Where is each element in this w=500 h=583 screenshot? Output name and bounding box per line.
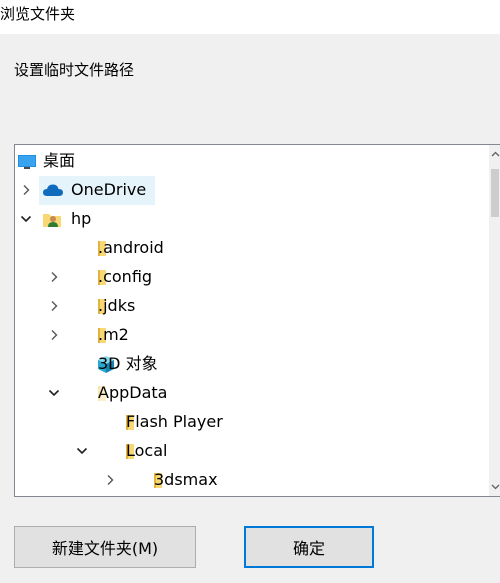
chevron-right-icon[interactable] <box>103 473 117 487</box>
tree-item-label: 3dsmax <box>154 470 218 489</box>
user-folder-icon <box>42 210 62 229</box>
chevron-right-icon[interactable] <box>47 299 61 313</box>
ok-button[interactable]: 确定 <box>244 526 374 568</box>
desktop-icon <box>17 152 37 171</box>
chevron-right-icon[interactable] <box>19 183 33 197</box>
new-folder-button[interactable]: 新建文件夹(M) <box>14 526 196 568</box>
tree-item-label: Flash Player <box>126 412 223 431</box>
chevron-down-icon[interactable] <box>19 212 33 226</box>
tree-item-label: .config <box>98 267 153 286</box>
scroll-up-icon[interactable] <box>489 147 500 161</box>
instruction-text: 设置临时文件路径 <box>14 61 135 79</box>
tree-item[interactable]: 桌面 <box>15 147 491 176</box>
window-title: 浏览文件夹 <box>0 5 76 23</box>
tree-item-label: Local <box>126 441 168 460</box>
title-bar: 浏览文件夹 <box>0 0 500 34</box>
tree-item[interactable]: 3D 对象 <box>15 350 491 379</box>
chevron-right-icon[interactable] <box>47 270 61 284</box>
tree-item[interactable]: Flash Player <box>15 408 491 437</box>
scroll-down-icon[interactable] <box>489 480 500 494</box>
cloud-icon <box>42 181 63 200</box>
tree-item-label: OneDrive <box>71 180 147 199</box>
tree-item[interactable]: 3dsmax <box>15 466 491 495</box>
folder-tree[interactable]: 3dsmax Local Flash Player AppData 3D 对象 .m2 .j… <box>14 144 500 497</box>
tree-item[interactable]: OneDrive <box>23 176 155 205</box>
tree-item-label: .jdks <box>98 296 136 315</box>
chevron-right-icon[interactable] <box>47 328 61 342</box>
tree-item[interactable]: .android <box>15 234 491 263</box>
tree-item[interactable]: hp <box>15 205 491 234</box>
tree-item-label: AppData <box>98 383 168 402</box>
vertical-scrollbar[interactable] <box>489 145 500 496</box>
tree-item[interactable]: AppData <box>15 379 491 408</box>
tree-item-label: .m2 <box>98 325 129 344</box>
scrollbar-thumb[interactable] <box>491 169 499 217</box>
tree-item[interactable]: .m2 <box>15 321 491 350</box>
tree-item[interactable]: Local <box>15 437 491 466</box>
tree-item[interactable]: .jdks <box>15 292 491 321</box>
chevron-down-icon[interactable] <box>47 386 61 400</box>
tree-item-label: .android <box>98 238 164 257</box>
tree-item[interactable]: .config <box>15 263 491 292</box>
tree-item-label: hp <box>71 209 92 228</box>
tree-item-label: 桌面 <box>43 151 76 170</box>
chevron-down-icon[interactable] <box>75 444 89 458</box>
tree-item-label: 3D 对象 <box>98 354 158 373</box>
